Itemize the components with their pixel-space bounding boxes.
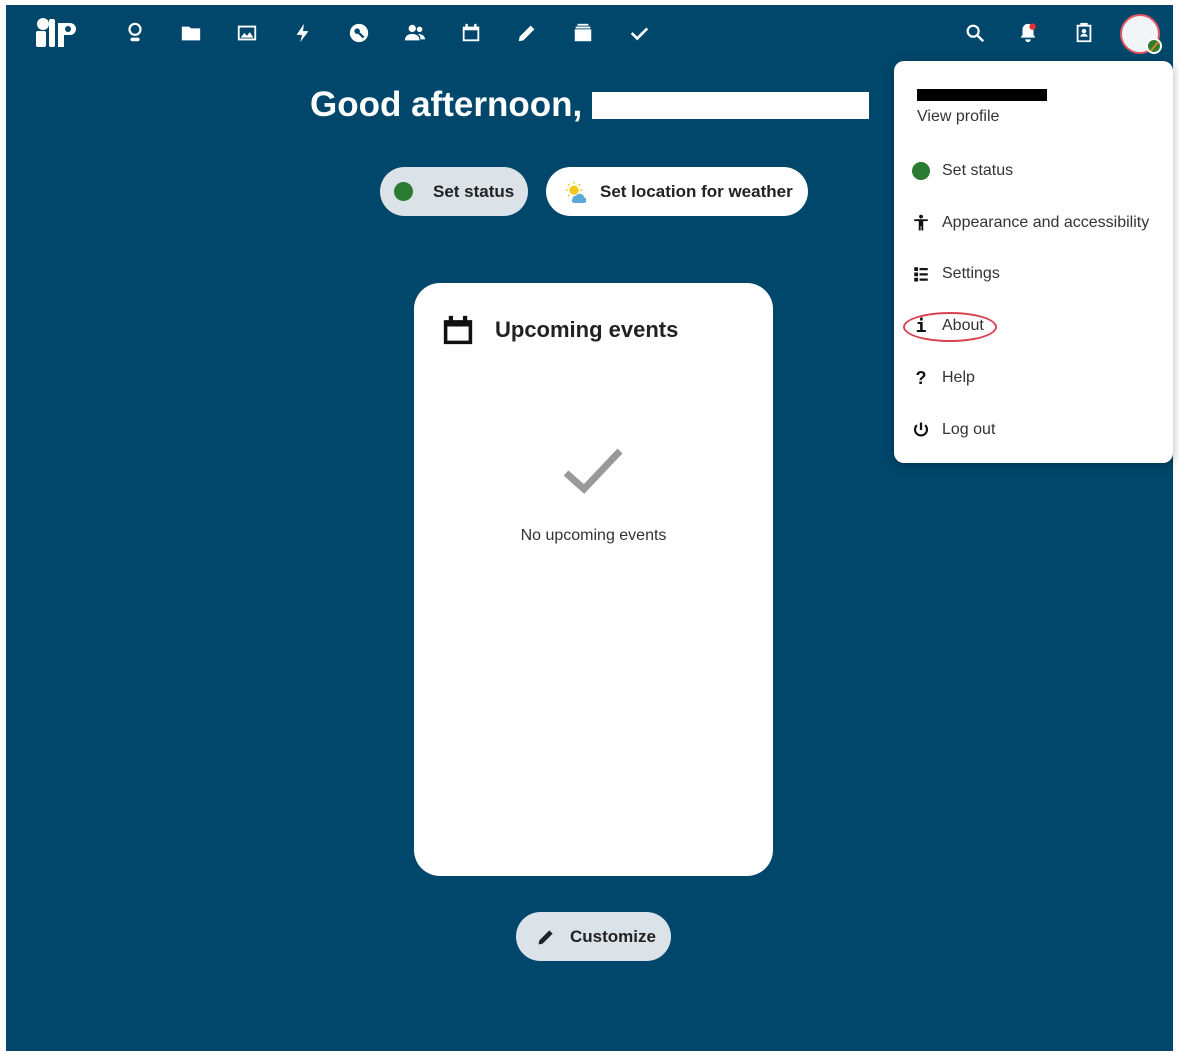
set-weather-location-label: Set location for weather [600,181,793,201]
menu-item-label: Settings [942,265,1000,282]
redacted-username [592,91,870,119]
greeting-heading: Good afternoon, [310,84,870,126]
calendar-icon[interactable] [457,19,485,47]
menu-item-label: Log out [942,421,996,438]
empty-check-icon [563,448,623,494]
nextcloud-logo-icon[interactable] [32,13,80,53]
greeting-text: Good afternoon, [310,85,583,124]
menu-item-settings[interactable]: Settings [894,254,1173,294]
app-frame: Good afternoon, Set status Set location … [6,5,1173,1051]
pencil-icon[interactable] [513,19,541,47]
set-weather-location-button[interactable]: Set location for weather [546,167,808,216]
menu-item-set-status[interactable]: Set status [894,151,1173,191]
status-indicator-icon [1146,38,1162,54]
redacted-display-name [917,89,1047,101]
view-profile-link[interactable]: View profile [917,108,999,126]
image-icon[interactable] [233,19,261,47]
menu-item-appearance[interactable]: Appearance and accessibility [894,203,1173,243]
status-dot-icon [911,161,931,181]
pencil-icon [538,929,553,944]
dashboard-icon[interactable] [121,19,149,47]
settings-list-icon [911,264,931,284]
widget-header: Upcoming events [441,313,678,347]
weather-sun-icon [565,181,586,203]
menu-item-help[interactable]: ? Help [894,358,1173,398]
accessibility-icon [911,213,931,233]
check-icon[interactable] [625,19,653,47]
user-menu-dropdown: View profile Set status Appearance and a… [894,61,1173,463]
power-icon [911,420,931,440]
search-icon[interactable] [961,19,989,47]
contacts-menu-icon[interactable] [1070,19,1098,47]
contacts-icon[interactable] [401,19,429,47]
menu-item-label: Set status [942,162,1014,179]
user-avatar[interactable] [1120,14,1162,54]
lightning-icon[interactable] [289,19,317,47]
customize-label: Customize [570,926,656,946]
online-status-icon [394,182,413,201]
menu-item-log-out[interactable]: Log out [894,410,1173,450]
notifications-icon[interactable] [1014,19,1042,47]
about-highlight-annotation [903,312,997,342]
customize-button[interactable]: Customize [516,912,671,961]
upcoming-events-widget: Upcoming events No upcoming events [414,283,773,876]
empty-state-text: No upcoming events [520,527,667,544]
help-icon: ? [915,367,927,388]
calendar-icon [443,315,473,345]
set-status-button[interactable]: Set status [380,167,528,216]
set-status-label: Set status [433,181,515,201]
key-icon[interactable] [345,19,373,47]
menu-item-label: Help [942,369,975,386]
deck-icon[interactable] [569,19,597,47]
widget-title: Upcoming events [495,317,679,342]
folder-icon[interactable] [177,19,205,47]
top-navigation-bar [6,5,1173,61]
menu-item-label: Appearance and accessibility [942,214,1150,231]
